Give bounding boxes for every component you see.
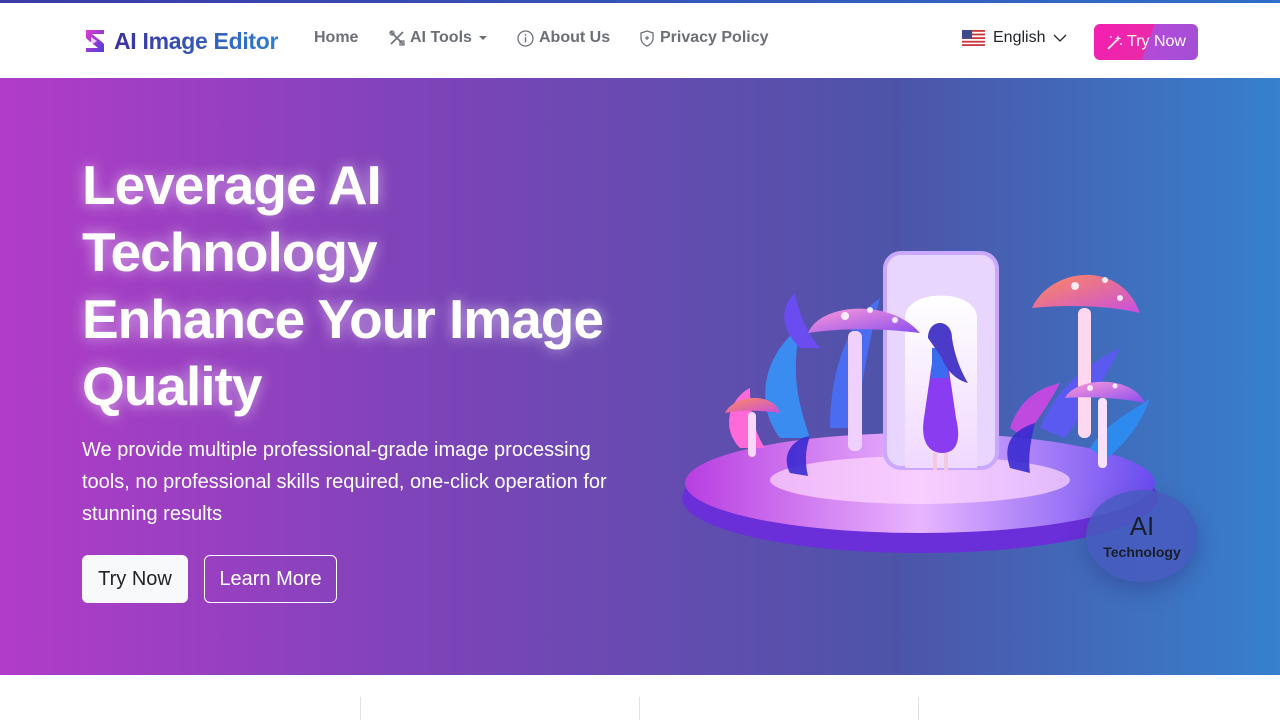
tools-icon xyxy=(389,30,405,46)
nav-about-us[interactable]: About Us xyxy=(517,29,610,47)
brand-logo[interactable]: AI Image Editor xyxy=(82,25,279,57)
ai-technology-badge: AI Technology xyxy=(1086,490,1198,582)
try-now-nav-button[interactable]: Try Now xyxy=(1094,24,1198,60)
column-divider xyxy=(360,697,361,720)
nav-about-us-label: About Us xyxy=(539,29,611,46)
language-label: English xyxy=(993,29,1046,46)
nav-privacy-policy-label: Privacy Policy xyxy=(660,29,769,46)
hero-title-line-1: Leverage AI xyxy=(82,154,382,216)
nav-ai-tools-label: AI Tools xyxy=(410,29,472,46)
learn-more-button[interactable]: Learn More xyxy=(204,555,337,603)
navbar: AI Image Editor Home AI Tools About Us P… xyxy=(0,3,1280,78)
hero-title-line-3: Enhance Your Image xyxy=(82,288,604,350)
shield-icon xyxy=(640,29,654,47)
language-selector[interactable]: English xyxy=(962,29,1067,47)
hero-subtitle: We provide multiple professional-grade i… xyxy=(82,439,607,525)
hero-title-line-2: Technology xyxy=(82,221,378,283)
try-now-button[interactable]: Try Now xyxy=(82,555,188,603)
caret-down-icon xyxy=(478,36,487,40)
hero-illustration xyxy=(682,251,1158,553)
nav-home-label: Home xyxy=(314,29,359,46)
features-strip xyxy=(0,675,1280,720)
badge-sub-text: Technology xyxy=(1103,544,1181,560)
column-divider xyxy=(918,697,919,720)
nav-privacy-policy[interactable]: Privacy Policy xyxy=(639,29,769,47)
chevron-down-icon xyxy=(1054,34,1067,42)
info-circle-icon xyxy=(517,29,534,47)
s-logo-icon xyxy=(86,30,104,52)
magic-wand-icon xyxy=(1107,34,1122,50)
nav-home[interactable]: Home xyxy=(314,29,358,47)
column-divider xyxy=(639,697,640,720)
badge-main-text: AI xyxy=(1129,511,1155,541)
hero-title-line-4: Quality xyxy=(82,355,262,417)
try-now-nav-label: Try Now xyxy=(1127,33,1186,50)
brand-name: AI Image Editor xyxy=(114,27,279,54)
hero-section: Leverage AI Technology Enhance Your Imag… xyxy=(0,78,1280,675)
us-flag-icon xyxy=(962,30,985,46)
nav-ai-tools[interactable]: AI Tools xyxy=(389,29,489,47)
